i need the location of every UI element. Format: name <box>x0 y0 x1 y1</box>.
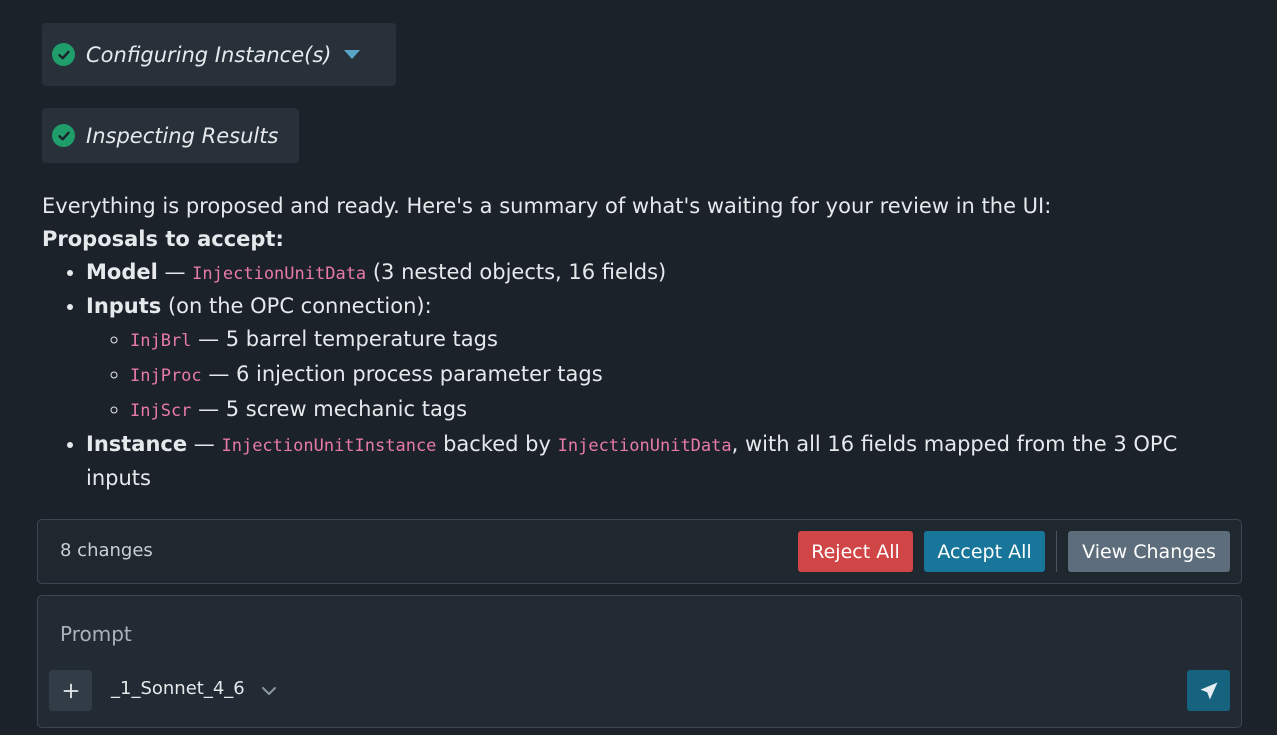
input-code: InjScr <box>130 400 192 421</box>
instance-name-code: InjectionUnitInstance <box>221 435 437 456</box>
input-item: InjScr — 5 screw mechanic tags <box>130 393 1242 428</box>
proposals-heading: Proposals to accept: <box>42 226 284 251</box>
caret-down-icon[interactable] <box>344 50 361 59</box>
message-intro: Everything is proposed and ready. Here's… <box>42 194 1052 218</box>
step-configuring-instances[interactable]: Configuring Instance(s) <box>42 23 396 86</box>
view-changes-button[interactable]: View Changes <box>1068 531 1230 572</box>
reject-all-button[interactable]: Reject All <box>798 531 913 572</box>
proposal-label: Model <box>86 259 158 284</box>
model-selector[interactable]: _1_Sonnet_4_6 <box>111 678 277 699</box>
input-item: InjProc — 6 injection process parameter … <box>130 358 1242 393</box>
pending-changes-bar: 8 changes Reject All Accept All View Cha… <box>37 519 1242 584</box>
proposal-model: Model — InjectionUnitData (3 nested obje… <box>86 256 1242 291</box>
chevron-down-icon <box>261 686 276 695</box>
add-attachment-button[interactable] <box>49 670 92 711</box>
model-name-code: InjectionUnitData <box>557 435 732 456</box>
accept-all-button[interactable]: Accept All <box>924 531 1045 572</box>
proposal-instance: Instance — InjectionUnitInstance backed … <box>86 428 1242 496</box>
proposal-inputs: Inputs (on the OPC connection): InjBrl —… <box>86 290 1242 427</box>
proposal-label: Instance <box>86 431 188 456</box>
check-circle-icon <box>52 43 75 66</box>
input-code: InjBrl <box>130 331 192 352</box>
chat-panel: Configuring Instance(s) Inspecting Resul… <box>0 0 1277 735</box>
check-circle-icon <box>52 124 75 147</box>
prompt-composer: _1_Sonnet_4_6 <box>37 595 1242 728</box>
step-label: Configuring Instance(s) <box>86 42 332 67</box>
input-item: InjBrl — 5 barrel temperature tags <box>130 323 1242 358</box>
send-button[interactable] <box>1187 670 1230 711</box>
proposal-label: Inputs <box>86 294 162 319</box>
proposal-list: Model — InjectionUnitData (3 nested obje… <box>42 256 1242 496</box>
input-code: InjProc <box>130 365 202 386</box>
step-label: Inspecting Results <box>86 123 279 148</box>
plus-icon <box>63 683 78 698</box>
model-name: _1_Sonnet_4_6 <box>111 678 245 699</box>
input-list: InjBrl — 5 barrel temperature tags InjPr… <box>86 323 1242 427</box>
changes-count: 8 changes <box>60 540 153 561</box>
step-inspecting-results: Inspecting Results <box>42 108 299 163</box>
paper-plane-icon <box>1200 682 1217 699</box>
model-name-code: InjectionUnitData <box>192 263 367 284</box>
prompt-input[interactable] <box>58 616 1162 652</box>
button-divider <box>1056 531 1057 572</box>
assistant-message: Everything is proposed and ready. Here's… <box>42 190 1242 495</box>
